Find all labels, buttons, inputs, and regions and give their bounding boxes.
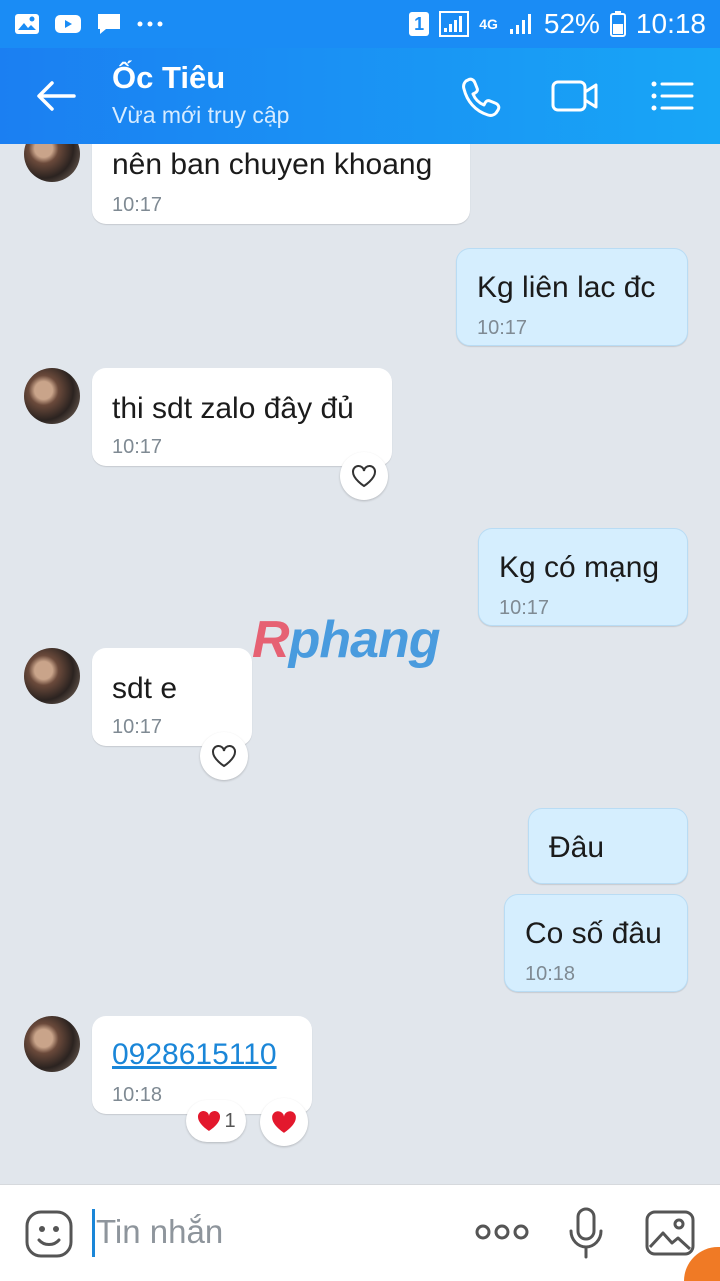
youtube-notification-icon [55,15,81,33]
react-heart-button[interactable] [200,732,248,780]
contact-avatar[interactable] [24,1016,80,1072]
video-call-icon[interactable] [550,74,600,118]
heart-filled-icon [198,1110,221,1131]
menu-list-icon[interactable] [648,74,698,118]
message-time: 10:17 [477,317,528,339]
image-icon[interactable] [644,1209,696,1257]
message-text: sdt e [112,672,178,705]
watermark-logo: Rphang [252,611,441,669]
message-text: Đâu [549,831,605,864]
phone-icon[interactable] [458,74,508,118]
clock: 10:18 [635,8,706,39]
battery-percent: 52% [543,8,600,39]
battery-icon [609,11,626,37]
signal-bars-icon [509,14,531,34]
contact-avatar[interactable] [24,648,80,704]
message-bubble-incoming[interactable]: sdt e 10:17 [92,648,252,746]
gallery-notification-icon [15,14,39,34]
message-time: 10:17 [112,194,163,216]
message-input-bar: Tin nhắn [0,1184,720,1281]
message-time: 10:18 [112,1084,163,1106]
heart-outline-icon [212,745,236,768]
contact-name[interactable]: Ốc Tiêu [112,60,225,96]
message-notification-icon [98,14,120,34]
more-notifications-icon [137,21,163,27]
phone-number-link[interactable]: 0928615110 [112,1038,277,1072]
last-seen-status: Vừa mới truy cập [112,102,290,128]
message-time: 10:17 [499,597,550,619]
message-bubble-outgoing[interactable]: Kg liên lac đc 10:17 [456,248,688,346]
message-bubble-incoming[interactable]: nên ban chuyen khoang 10:17 [92,144,470,224]
signal-icon [439,11,470,37]
react-heart-button[interactable] [260,1098,308,1146]
reaction-count: 1 [224,1109,236,1132]
message-text: Kg liên lac đc [477,271,656,304]
message-bubble-outgoing[interactable]: Đâu [528,808,688,884]
message-bubble-outgoing[interactable]: Kg có mạng 10:17 [478,528,688,626]
emoji-icon[interactable] [24,1209,74,1259]
contact-avatar[interactable] [24,368,80,424]
heart-outline-icon [352,465,376,488]
message-input[interactable]: Tin nhắn [96,1213,223,1251]
reaction-summary[interactable]: 1 [186,1100,246,1142]
message-text: Co số đâu [525,917,662,950]
chat-header: Ốc Tiêu Vừa mới truy cập [0,48,720,144]
network-type: 4G [479,16,498,32]
message-text: nên ban chuyen khoang [112,148,433,181]
message-bubble-outgoing[interactable]: Co số đâu 10:18 [504,894,688,992]
contact-avatar[interactable] [24,144,80,182]
microphone-icon[interactable] [566,1207,606,1261]
more-dots-icon[interactable] [474,1223,530,1241]
sim-slot-badge: 1 [409,12,430,36]
react-heart-button[interactable] [340,452,388,500]
message-time: 10:17 [112,436,163,458]
back-arrow-icon[interactable] [30,76,80,116]
message-time: 10:18 [525,963,576,985]
message-bubble-incoming[interactable]: thi sdt zalo đây đủ 10:17 [92,368,392,466]
text-caret [92,1209,95,1257]
status-bar: 1 4G 52% 10:18 [0,0,720,48]
message-text: thi sdt zalo đây đủ [112,392,354,425]
message-time: 10:17 [112,716,163,738]
heart-filled-icon [272,1111,296,1133]
message-text: Kg có mạng [499,551,660,584]
